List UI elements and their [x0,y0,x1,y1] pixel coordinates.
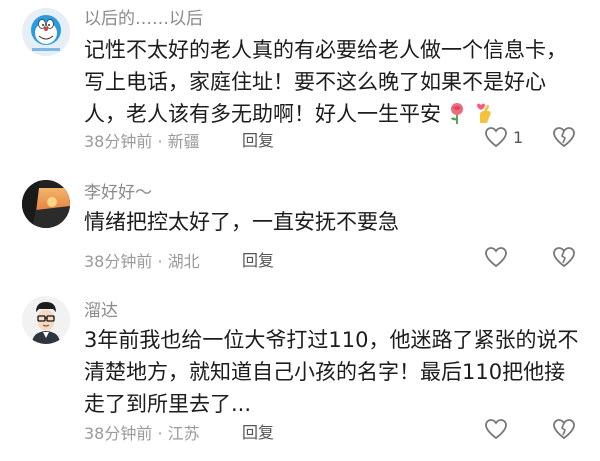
like-count: 1 [513,127,524,147]
sunset-car-avatar-icon [22,180,70,228]
heart-hands-emoji-icon [475,101,495,125]
comment-meta: 38分钟前 · 江苏 [84,424,200,443]
rose-emoji-icon [447,101,467,125]
avatar[interactable] [22,296,70,344]
comment-username[interactable]: 李好好～ [84,178,152,203]
comment-meta: 38分钟前 · 湖北 [84,252,200,271]
comment-text: 3年前我也给一位大爷打过110，他迷路了紧张的说不清楚地方，就知道自己小孩的名字… [84,328,579,416]
broken-heart-icon [553,419,575,440]
avatar[interactable] [22,180,70,228]
avatar[interactable] [22,8,70,56]
comment-username[interactable]: 以后的……以后 [84,4,203,29]
reply-button[interactable]: 回复 [242,127,274,151]
dislike-button[interactable] [552,418,576,440]
dislike-button[interactable] [552,246,576,268]
heart-outline-icon [485,419,507,440]
heart-outline-icon [485,247,507,268]
heart-outline-icon [485,127,507,148]
like-button[interactable] [484,418,508,440]
doraemon-avatar-icon [22,8,70,56]
like-button[interactable]: 1 [484,126,523,148]
reply-button[interactable]: 回复 [242,247,274,271]
comment-text: 情绪把控太好了，一直安抚不要急 [84,210,399,234]
comment-text: 记性不太好的老人真的有必要给老人做一个信息卡，写上电话，家庭住址！要不这么晚了如… [84,38,567,126]
comment-username[interactable]: 溜达 [84,296,118,321]
broken-heart-icon [553,247,575,268]
cartoon-man-avatar-icon [22,296,70,344]
reply-button[interactable]: 回复 [242,419,274,443]
broken-heart-icon [553,127,575,148]
comment-meta: 38分钟前 · 新疆 [84,132,200,151]
dislike-button[interactable] [552,126,576,148]
like-button[interactable] [484,246,508,268]
